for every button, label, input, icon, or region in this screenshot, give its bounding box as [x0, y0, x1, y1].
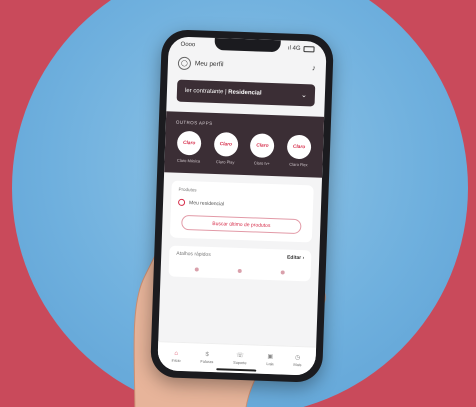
- bottom-tab-bar: ⌂ Início $ Faturas ☏ Suporte ▣ Loja ◷ Ma…: [157, 341, 317, 376]
- bell-icon[interactable]: ♪: [312, 63, 316, 72]
- app-label: Claro Play: [215, 159, 235, 165]
- products-title: Produtos: [178, 186, 197, 193]
- battery-icon: [303, 46, 315, 53]
- product-icon: [177, 198, 186, 207]
- user-icon: ◯: [177, 56, 192, 71]
- tab-faturas[interactable]: $ Faturas: [200, 352, 213, 364]
- profile-label: Meu perfil: [194, 60, 224, 69]
- more-icon: ◷: [294, 354, 301, 362]
- shortcut-icon[interactable]: [280, 270, 285, 275]
- service-value: Residencial: [228, 89, 262, 97]
- app-claro-play[interactable]: Claro Claro Play: [209, 131, 242, 165]
- signal-text: ıl 4G: [287, 45, 301, 52]
- tab-label: Mais: [293, 362, 302, 368]
- profile-link[interactable]: ◯ Meu perfil: [177, 56, 224, 72]
- claro-logo-icon: Claro: [250, 133, 275, 159]
- app-claro-tv[interactable]: Claro Claro tv+: [246, 133, 279, 166]
- product-item-label: Meu residencial: [188, 199, 225, 207]
- claro-logo-icon: Claro: [286, 134, 312, 160]
- edit-shortcuts-button[interactable]: Editar ›: [287, 255, 304, 262]
- claro-logo-icon: Claro: [213, 131, 239, 157]
- invoice-icon: $: [205, 351, 209, 358]
- tab-label: Suporte: [233, 360, 247, 366]
- home-indicator: [216, 368, 257, 372]
- app-screen: Oooo ıl 4G ◯ Meu perfil ♪ ler contratant…: [157, 36, 327, 376]
- other-apps-section: OUTROS APPS Claro Claro Música Claro Cla…: [164, 111, 325, 178]
- store-icon: ▣: [267, 353, 274, 361]
- smartphone: Oooo ıl 4G ◯ Meu perfil ♪ ler contratant…: [149, 29, 335, 383]
- service-prefix: ler contratante: [184, 87, 224, 96]
- product-item[interactable]: Meu residencial: [177, 198, 306, 210]
- tab-inicio[interactable]: ⌂ Início: [171, 351, 180, 363]
- app-label: Claro Música: [176, 157, 201, 164]
- support-icon: ☏: [236, 352, 244, 360]
- chevron-down-icon: ⌄: [300, 91, 308, 100]
- home-icon: ⌂: [174, 350, 179, 357]
- service-selector-text: ler contratante | Residencial: [185, 88, 262, 97]
- tab-loja[interactable]: ▣ Loja: [266, 354, 274, 366]
- edit-label: Editar: [286, 254, 302, 262]
- search-products-button[interactable]: Buscar último de produtos: [181, 214, 302, 235]
- other-apps-title: OUTROS APPS: [175, 119, 213, 126]
- shortcuts-header: Atalhos rápidos Editar ›: [176, 251, 304, 261]
- app-label: Claro Flex: [289, 161, 308, 168]
- app-claro-flex[interactable]: Claro Claro Flex: [282, 134, 315, 167]
- status-icons: ıl 4G: [288, 46, 315, 53]
- claro-logo-icon: Claro: [176, 130, 202, 156]
- shortcut-icon[interactable]: [237, 268, 242, 274]
- products-card: Produtos Meu residencial Buscar último d…: [169, 180, 314, 243]
- shortcuts-title: Atalhos rápidos: [176, 250, 211, 258]
- status-time: Oooo: [180, 41, 196, 49]
- shortcuts-card: Atalhos rápidos Editar ›: [168, 245, 312, 282]
- app-label: Claro tv+: [253, 160, 270, 166]
- tab-suporte[interactable]: ☏ Suporte: [233, 353, 247, 365]
- tab-label: Loja: [266, 361, 274, 367]
- tab-mais[interactable]: ◷ Mais: [293, 355, 301, 367]
- shortcut-icon[interactable]: [195, 267, 200, 272]
- photo-scene: Oooo ıl 4G ◯ Meu perfil ♪ ler contratant…: [0, 0, 476, 407]
- phone-notch: [214, 37, 281, 53]
- shortcut-icons-row: [176, 267, 304, 275]
- tab-label: Início: [171, 358, 181, 363]
- service-selector[interactable]: ler contratante | Residencial ⌄: [176, 79, 316, 107]
- apps-row: Claro Claro Música Claro Claro Play Clar…: [170, 130, 317, 167]
- app-claro-musica[interactable]: Claro Claro Música: [172, 130, 205, 164]
- tab-label: Faturas: [200, 359, 214, 365]
